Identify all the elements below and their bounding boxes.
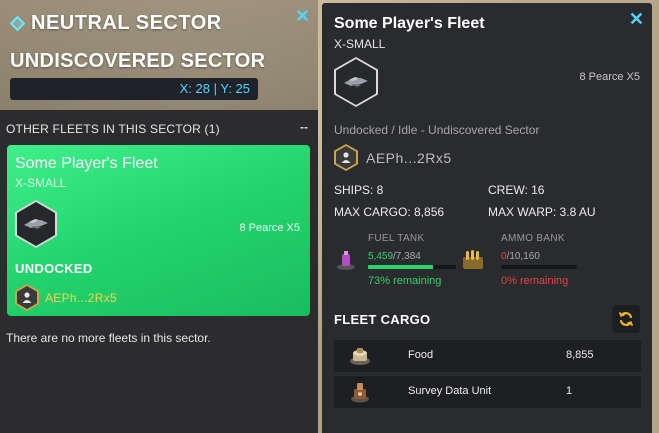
fleet-card-owner: AEPh...2Rx5 (15, 284, 117, 311)
fleet-card-status: UNDOCKED (15, 261, 93, 276)
ship-icon (24, 219, 48, 229)
cargo-row[interactable]: Survey Data Unit 1 (334, 376, 641, 408)
sector-coordinates: X: 28 | Y: 25 (10, 78, 258, 100)
fleet-cargo-heading: FLEET CARGO (334, 312, 431, 327)
fleet-owner-name[interactable]: AEPh...2Rx5 (366, 150, 452, 166)
ammo-max: /10,160 (506, 251, 540, 262)
fleet-name: Some Player's Fleet (334, 15, 485, 32)
other-fleets-section: OTHER FLEETS IN THIS SECTOR (1) -- Some … (0, 110, 318, 433)
stat-ships: SHIPS: 8 (334, 183, 384, 197)
other-fleets-heading: OTHER FLEETS IN THIS SECTOR (1) (6, 122, 220, 136)
fuel-tank-icon (337, 251, 355, 270)
fleet-card[interactable]: Some Player's Fleet X-SMALL 8 Pearce X5 … (7, 145, 310, 316)
close-icon[interactable]: ✕ (629, 9, 644, 30)
stat-max-warp: MAX WARP: 3.8 AU (488, 205, 596, 219)
no-more-fleets-message: There are no more fleets in this sector. (6, 331, 211, 345)
fuel-bar (368, 265, 456, 269)
fleet-card-ship-count: 8 Pearce X5 (239, 222, 300, 234)
fuel-max: /7,384 (393, 251, 421, 262)
cargo-item-qty: 1 (566, 385, 573, 397)
cargo-item-name: Food (408, 349, 434, 361)
refresh-icon (619, 312, 633, 326)
fuel-tank-label: FUEL TANK (368, 233, 425, 244)
collapse-toggle[interactable]: -- (300, 120, 308, 134)
food-icon (350, 348, 370, 365)
map-edge (652, 0, 659, 433)
fleet-ship-count: 8 Pearce X5 (579, 71, 640, 83)
stat-crew: CREW: 16 (488, 183, 545, 197)
fleet-detail-panel: Some Player's Fleet X-SMALL ✕ 8 Pearce X… (322, 3, 652, 433)
avatar (17, 286, 37, 309)
avatar-frame (15, 284, 39, 311)
cargo-row[interactable]: Food 8,855 (334, 340, 641, 372)
fuel-remaining: 73% remaining (368, 275, 442, 287)
ammo-bank-value: 0/10,160 (501, 251, 540, 262)
fleet-card-owner-name[interactable]: AEPh...2Rx5 (45, 291, 117, 305)
fleet-card-size: X-SMALL (15, 176, 67, 190)
sector-title: NEUTRAL SECTOR (9, 12, 222, 35)
close-icon[interactable]: ✕ (295, 6, 310, 27)
ammo-bank-icon (463, 250, 483, 269)
avatar-frame (334, 144, 358, 171)
sector-panel: NEUTRAL SECTOR ✕ UNDISCOVERED SECTOR X: … (0, 0, 318, 433)
ship-icon (344, 77, 368, 87)
fleet-size: X-SMALL (334, 37, 386, 51)
refresh-button[interactable] (612, 305, 640, 333)
ammo-bank-label: AMMO BANK (501, 233, 565, 244)
ammo-bar (501, 265, 577, 269)
ammo-remaining: 0% remaining (501, 275, 569, 287)
avatar (336, 146, 356, 169)
sector-subtitle: UNDISCOVERED SECTOR (10, 50, 266, 72)
user-icon (22, 292, 32, 303)
fleet-owner: AEPh...2Rx5 (334, 144, 452, 171)
user-icon (341, 152, 351, 163)
survey-data-unit-icon (351, 383, 369, 403)
stat-max-cargo: MAX CARGO: 8,856 (334, 205, 445, 219)
sector-header: NEUTRAL SECTOR ✕ UNDISCOVERED SECTOR X: … (0, 0, 318, 110)
sector-title-text: NEUTRAL SECTOR (31, 12, 222, 34)
cargo-item-name: Survey Data Unit (408, 385, 492, 397)
sector-diamond-icon (9, 15, 26, 32)
cargo-item-qty: 8,855 (566, 349, 594, 361)
fuel-tank-value: 5,459/7,384 (368, 251, 421, 262)
fuel-bar-fill (368, 265, 434, 269)
fuel-current: 5,459 (368, 251, 394, 262)
fleet-card-name: Some Player's Fleet (15, 155, 158, 172)
fleet-status: Undocked / Idle - Undiscovered Sector (334, 123, 540, 137)
